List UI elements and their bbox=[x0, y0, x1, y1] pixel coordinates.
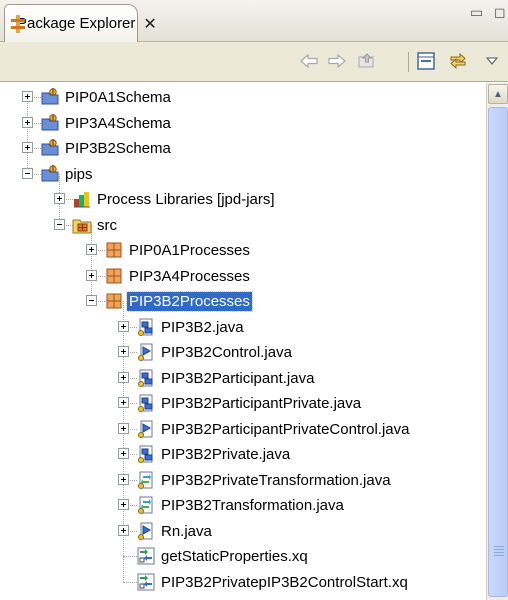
project-icon bbox=[40, 138, 60, 158]
process-file-icon bbox=[136, 444, 156, 464]
scroll-up-button[interactable]: ▲ bbox=[488, 84, 508, 104]
expand-toggle-icon[interactable] bbox=[118, 448, 129, 459]
tree-row[interactable]: PIP3B2ParticipantPrivate.java bbox=[0, 391, 486, 416]
maximize-icon[interactable]: ◻ bbox=[494, 4, 506, 21]
tree-item-label[interactable]: PIP3B2Processes bbox=[126, 291, 253, 312]
tree-item-label[interactable]: PIP0A1Processes bbox=[129, 241, 250, 260]
tree-row[interactable]: Rn.java bbox=[0, 519, 486, 544]
tree-item-label[interactable]: PIP3B2PrivateTransformation.java bbox=[161, 471, 391, 490]
control-file-icon bbox=[136, 419, 156, 439]
tree-item-label[interactable]: PIP3B2Schema bbox=[65, 139, 171, 158]
close-icon[interactable]: ✕ bbox=[143, 14, 156, 34]
collapse-toggle-icon[interactable] bbox=[54, 218, 65, 230]
tab-title: Package Explorer bbox=[17, 15, 136, 32]
tree-row[interactable]: PIP3A4Processes bbox=[0, 264, 486, 289]
package-icon bbox=[104, 266, 124, 286]
tree-row[interactable]: PIP3B2.java bbox=[0, 315, 486, 340]
tree-row[interactable]: PIP3B2Schema bbox=[0, 136, 486, 161]
tree-item-label[interactable]: PIP3B2ParticipantPrivateControl.java bbox=[161, 420, 409, 439]
tree-row[interactable]: pips bbox=[0, 162, 486, 187]
expand-toggle-icon[interactable] bbox=[54, 193, 65, 204]
expand-toggle-icon[interactable] bbox=[118, 422, 129, 434]
expand-toggle-icon[interactable] bbox=[22, 142, 33, 153]
expand-toggle-icon[interactable] bbox=[86, 244, 97, 255]
tree-row[interactable]: PIP3B2PrivatepIP3B2ControlStart.xq bbox=[0, 570, 486, 595]
minimize-icon[interactable]: ▭ bbox=[470, 4, 483, 21]
forward-arrow-icon[interactable] bbox=[325, 50, 349, 72]
tree-row[interactable]: PIP3B2Participant.java bbox=[0, 366, 486, 391]
tree-item-label[interactable]: Process Libraries [jpd-jars] bbox=[97, 190, 275, 209]
expand-toggle-icon[interactable] bbox=[22, 116, 33, 128]
tree-item-label[interactable]: PIP3B2Participant.java bbox=[161, 369, 314, 388]
up-folder-icon[interactable] bbox=[355, 50, 379, 72]
tree-row[interactable]: PIP0A1Processes bbox=[0, 238, 486, 263]
tree-item-label[interactable]: getStaticProperties.xq bbox=[161, 547, 308, 566]
collapse-toggle-icon[interactable] bbox=[22, 167, 33, 179]
expand-toggle-icon[interactable] bbox=[118, 320, 129, 332]
tree-row[interactable]: src bbox=[0, 213, 486, 238]
vertical-scrollbar[interactable]: ▲ bbox=[486, 83, 508, 600]
source-folder-icon bbox=[72, 215, 92, 235]
collapse-toggle-icon[interactable] bbox=[86, 295, 97, 306]
tree-row[interactable]: PIP3B2Control.java bbox=[0, 340, 486, 365]
tree-item-label[interactable]: PIP3B2PrivatepIP3B2ControlStart.xq bbox=[161, 573, 408, 592]
view-menu-icon[interactable] bbox=[482, 50, 502, 72]
tree-row[interactable]: Process Libraries [jpd-jars] bbox=[0, 187, 486, 212]
tree-item-label[interactable]: Rn.java bbox=[161, 522, 212, 541]
tree-item-label[interactable]: src bbox=[97, 216, 117, 235]
link-with-editor-icon[interactable] bbox=[446, 50, 470, 72]
xquery-file-icon bbox=[136, 546, 156, 566]
tree-item-label[interactable]: PIP3B2Transformation.java bbox=[161, 496, 344, 515]
expand-toggle-icon[interactable] bbox=[118, 524, 129, 536]
expand-toggle-icon[interactable] bbox=[118, 499, 129, 510]
process-file-icon bbox=[136, 317, 156, 337]
package-icon bbox=[104, 240, 124, 260]
package-icon bbox=[104, 291, 124, 311]
tree-item-label[interactable]: PIP3B2Private.java bbox=[161, 445, 290, 464]
process-file-icon bbox=[136, 368, 156, 388]
xquery-file-icon bbox=[136, 572, 156, 592]
tree-item-label[interactable]: PIP3A4Processes bbox=[129, 267, 250, 286]
expand-toggle-icon[interactable] bbox=[118, 397, 129, 408]
expand-toggle-icon[interactable] bbox=[86, 269, 97, 281]
project-icon bbox=[40, 164, 60, 184]
tree-item-label[interactable]: PIP3B2ParticipantPrivate.java bbox=[161, 394, 361, 413]
tree-item-label[interactable]: PIP3B2Control.java bbox=[161, 343, 292, 362]
transformation-file-icon bbox=[136, 495, 156, 515]
tree-row[interactable]: PIP3B2Transformation.java bbox=[0, 493, 486, 518]
control-file-icon bbox=[136, 521, 156, 541]
tree-row[interactable]: PIP3B2ParticipantPrivateControl.java bbox=[0, 417, 486, 442]
expand-toggle-icon[interactable] bbox=[22, 91, 33, 102]
expand-toggle-icon[interactable] bbox=[118, 473, 129, 485]
tree-row[interactable]: PIP3B2Private.java bbox=[0, 442, 486, 467]
library-icon bbox=[72, 189, 92, 209]
scroll-thumb[interactable] bbox=[488, 107, 508, 597]
process-file-icon bbox=[136, 393, 156, 413]
toolbar-separator bbox=[408, 52, 409, 72]
project-icon bbox=[40, 113, 60, 133]
view-toolbar bbox=[0, 42, 508, 82]
tree-row[interactable]: PIP3A4Schema bbox=[0, 111, 486, 136]
tree-item-label[interactable]: PIP3B2.java bbox=[161, 318, 244, 337]
expand-toggle-icon[interactable] bbox=[118, 346, 129, 357]
tree-row[interactable]: PIP3B2Processes bbox=[0, 289, 486, 314]
project-icon bbox=[40, 87, 60, 107]
tree-branch-line bbox=[123, 556, 137, 557]
tree-item-label[interactable]: PIP3A4Schema bbox=[65, 114, 171, 133]
transformation-file-icon bbox=[136, 470, 156, 490]
back-arrow-icon[interactable] bbox=[297, 50, 321, 72]
view-tab-bar: Package Explorer ✕ ▭ ◻ bbox=[0, 0, 508, 42]
tree-row[interactable]: getStaticProperties.xq bbox=[0, 544, 486, 569]
tree-branch-line bbox=[123, 581, 137, 583]
tree-row[interactable]: PIP0A1Schema bbox=[0, 85, 486, 110]
package-tree[interactable]: PIP0A1Schema PIP3A4Schema PIP3B2Schema pips… bbox=[0, 83, 486, 600]
tree-item-label[interactable]: PIP0A1Schema bbox=[65, 88, 171, 107]
collapse-all-icon[interactable] bbox=[414, 50, 438, 72]
tree-item-label[interactable]: pips bbox=[65, 165, 93, 184]
tree-row[interactable]: PIP3B2PrivateTransformation.java bbox=[0, 468, 486, 493]
control-file-icon bbox=[136, 342, 156, 362]
tab-package-explorer[interactable]: Package Explorer ✕ bbox=[4, 4, 157, 42]
expand-toggle-icon[interactable] bbox=[118, 371, 129, 383]
